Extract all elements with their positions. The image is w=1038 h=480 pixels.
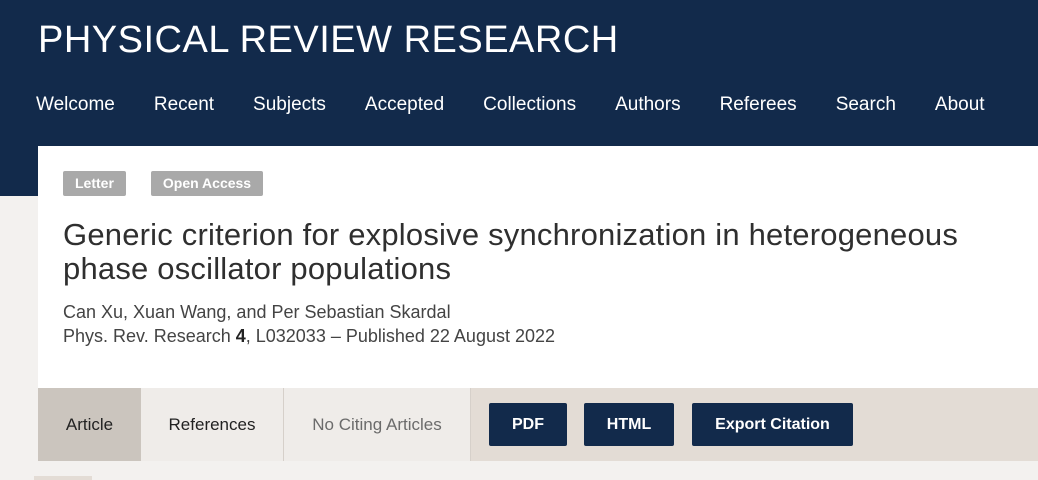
nav-collections[interactable]: Collections <box>483 92 576 120</box>
article-badges: Letter Open Access <box>63 171 288 196</box>
nav-recent[interactable]: Recent <box>154 92 214 120</box>
content-area <box>38 461 1038 480</box>
nav-about[interactable]: About <box>935 92 985 120</box>
nav-accepted[interactable]: Accepted <box>365 92 444 120</box>
nav-referees[interactable]: Referees <box>720 92 797 120</box>
main-nav: Welcome Recent Subjects Accepted Collect… <box>36 92 1024 120</box>
pdf-button[interactable]: PDF <box>489 403 567 446</box>
article-authors[interactable]: Can Xu, Xuan Wang, and Per Sebastian Ska… <box>63 300 451 324</box>
letter-badge: Letter <box>63 171 126 196</box>
nav-authors[interactable]: Authors <box>615 92 680 120</box>
citation-journal: Phys. Rev. Research <box>63 326 236 346</box>
citation-details: , L032033 – Published 22 August 2022 <box>245 326 556 346</box>
content-divider <box>34 476 92 480</box>
nav-subjects[interactable]: Subjects <box>253 92 326 120</box>
tab-article[interactable]: Article <box>38 388 141 461</box>
article-header-card: Letter Open Access Generic criterion for… <box>38 146 1038 388</box>
export-citation-button[interactable]: Export Citation <box>692 403 853 446</box>
article-title: Generic criterion for explosive synchron… <box>63 217 959 286</box>
citation-volume: 4 <box>235 326 246 346</box>
html-button[interactable]: HTML <box>584 403 674 446</box>
nav-welcome[interactable]: Welcome <box>36 92 115 120</box>
open-access-badge: Open Access <box>150 171 264 196</box>
tab-references[interactable]: References <box>141 388 283 461</box>
nav-search[interactable]: Search <box>836 92 896 120</box>
site-title[interactable]: PHYSICAL REVIEW RESEARCH <box>38 18 619 62</box>
article-citation: Phys. Rev. Research 4, L032033 – Publish… <box>63 324 555 348</box>
article-tabbar: Article References No Citing Articles PD… <box>38 388 1038 461</box>
tab-citing-articles[interactable]: No Citing Articles <box>283 388 471 461</box>
